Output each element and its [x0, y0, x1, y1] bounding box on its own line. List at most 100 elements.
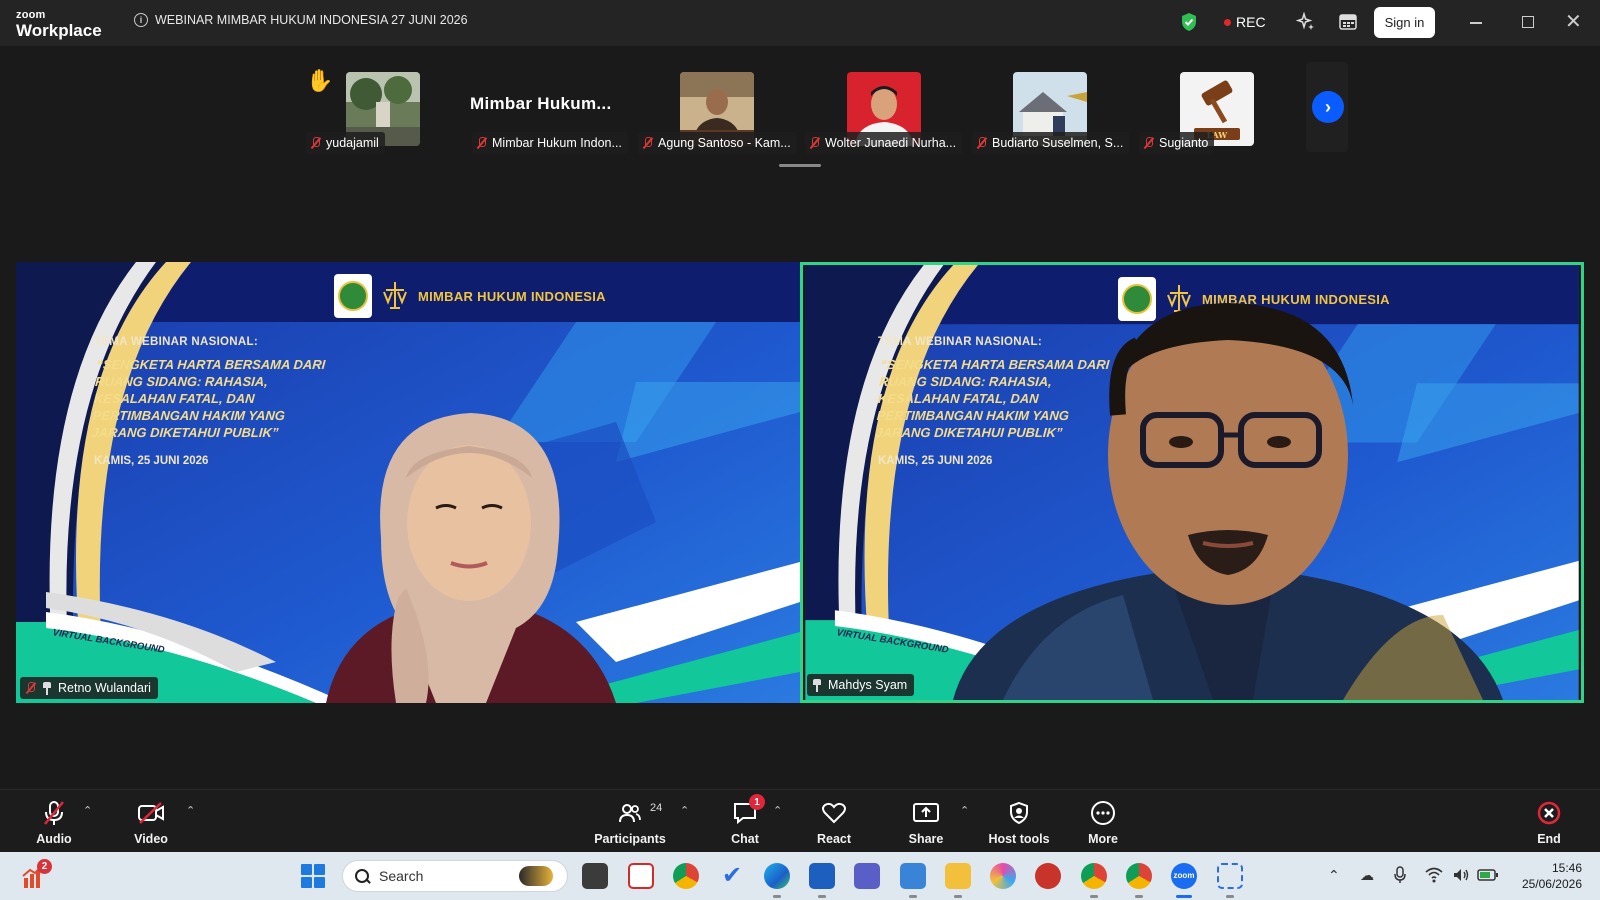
- participant-name-card[interactable]: Mimbar Hukum...: [470, 94, 611, 114]
- video-name-label: Retno Wulandari: [20, 677, 158, 699]
- word-icon[interactable]: [809, 863, 835, 889]
- mic-muted-icon: [44, 801, 64, 825]
- copilot-icon[interactable]: [990, 863, 1016, 889]
- chat-options-chevron-icon[interactable]: ⌃: [773, 804, 782, 817]
- participant-name: Mahdys Syam: [828, 678, 908, 692]
- participants-options-chevron-icon[interactable]: ⌃: [680, 804, 689, 817]
- wifi-icon[interactable]: [1425, 867, 1443, 883]
- edge-icon[interactable]: [764, 863, 790, 889]
- court-seal-logo: [334, 274, 372, 318]
- participants-count: 24: [650, 802, 663, 814]
- powerpoint-icon[interactable]: [1035, 863, 1061, 889]
- audio-options-chevron-icon[interactable]: ⌃: [83, 804, 92, 817]
- clock-date: 25/06/2026: [1521, 877, 1582, 891]
- meeting-info[interactable]: i WEBINAR MIMBAR HUKUM INDONESIA 27 JUNI…: [134, 13, 468, 27]
- system-clock[interactable]: 15:46 25/06/2026: [1514, 860, 1582, 892]
- video-options-chevron-icon[interactable]: ⌃: [186, 804, 195, 817]
- volume-icon[interactable]: [1452, 867, 1470, 883]
- more-icon: [1091, 801, 1115, 825]
- recording-indicator[interactable]: REC: [1224, 14, 1266, 30]
- raised-hand-icon: ✋: [306, 68, 334, 93]
- info-icon[interactable]: i: [134, 13, 148, 27]
- next-page-button[interactable]: ›: [1306, 62, 1348, 152]
- search-highlight-icon: [519, 866, 553, 886]
- participant-name: Mimbar Hukum Indon...: [492, 136, 622, 150]
- zoom-app-icon[interactable]: zoom: [1171, 863, 1197, 889]
- participant-label-sugianto: Sugianto: [1139, 132, 1215, 154]
- notepad-icon[interactable]: [900, 863, 926, 889]
- more-label: More: [1088, 832, 1118, 846]
- close-window-button[interactable]: ✕: [1565, 12, 1582, 32]
- apps-icon[interactable]: [1339, 13, 1357, 31]
- chrome-profile-2-icon[interactable]: [1126, 863, 1152, 889]
- participant-name: yudajamil: [326, 136, 379, 150]
- onedrive-error-icon[interactable]: ☁: [1360, 867, 1374, 884]
- maximize-button[interactable]: [1522, 16, 1534, 28]
- record-dot-icon: [1224, 18, 1231, 26]
- ai-companion-icon[interactable]: [1296, 12, 1316, 32]
- windows-taskbar: 2 Search ✔ zoom ⌃ ☁ 15:46 25/06/2026: [0, 852, 1600, 900]
- host-tools-label: Host tools: [988, 832, 1050, 846]
- participant-label-mimbar: Mimbar Hukum Indon...: [472, 132, 628, 154]
- tray-chevron-up-icon[interactable]: ⌃: [1328, 867, 1340, 884]
- running-indicator: [954, 895, 962, 898]
- host-tools-button[interactable]: Host tools: [977, 800, 1061, 846]
- share-screen-icon: [913, 803, 939, 822]
- meeting-title: WEBINAR MIMBAR HUKUM INDONESIA 27 JUNI 2…: [155, 13, 468, 27]
- share-options-chevron-icon[interactable]: ⌃: [960, 804, 969, 817]
- todo-check-icon[interactable]: ✔: [719, 863, 745, 889]
- file-explorer-icon[interactable]: [945, 863, 971, 889]
- video-name-label: Mahdys Syam: [807, 674, 915, 696]
- notification-widget[interactable]: 2: [20, 859, 52, 892]
- org-title: MIMBAR HUKUM INDONESIA: [418, 288, 606, 304]
- mic-muted-icon: [310, 137, 321, 149]
- react-label: React: [816, 832, 852, 846]
- speaker-video-retno: [326, 413, 616, 703]
- participants-button[interactable]: 24 Participants: [588, 800, 672, 846]
- video-button[interactable]: Video: [109, 800, 193, 846]
- minimize-button[interactable]: [1470, 22, 1482, 24]
- mic-muted-icon: [476, 137, 487, 149]
- running-indicator: [909, 895, 917, 898]
- running-indicator: [1135, 895, 1143, 898]
- mic-muted-icon: [1143, 137, 1154, 149]
- running-indicator: [818, 895, 826, 898]
- snipping-tool-icon[interactable]: [1217, 863, 1243, 889]
- teams-icon[interactable]: [854, 863, 880, 889]
- end-meeting-button[interactable]: End: [1507, 800, 1591, 846]
- taskbar-search[interactable]: Search: [342, 860, 568, 892]
- share-button[interactable]: Share: [884, 800, 968, 846]
- video-tile-retno[interactable]: MIMBAR HUKUM INDONESIA TEMA WEBINAR NASI…: [16, 262, 800, 703]
- pin-icon: [42, 681, 52, 695]
- chat-label: Chat: [731, 832, 759, 846]
- end-label: End: [1537, 832, 1561, 846]
- react-button[interactable]: React: [792, 800, 876, 846]
- video-tile-mahdys[interactable]: MIMBAR HUKUM INDONESIA TEMA WEBINAR NASI…: [800, 262, 1584, 703]
- speaker-video-mahdys: [953, 303, 1503, 700]
- sign-in-button[interactable]: Sign in: [1374, 7, 1435, 38]
- host-shield-icon: [1010, 801, 1028, 825]
- search-placeholder: Search: [379, 868, 424, 884]
- brand-zoom: zoom: [16, 9, 46, 21]
- mic-muted-icon: [25, 682, 36, 694]
- running-indicator: [773, 895, 781, 898]
- strip-scroll-indicator[interactable]: [779, 164, 821, 167]
- zoom-workplace-logo: zoom Workplace: [16, 9, 102, 40]
- windows-start-icon[interactable]: [301, 864, 325, 888]
- shield-icon[interactable]: [1180, 12, 1198, 32]
- participant-label-yudajamil: yudajamil: [306, 132, 385, 154]
- participant-label-budiarto: Budiarto Suselmen, S...: [972, 132, 1130, 154]
- theme-label: TEMA WEBINAR NASIONAL:: [94, 336, 258, 348]
- chrome-icon[interactable]: [673, 863, 699, 889]
- chat-unread-badge: 1: [749, 794, 765, 810]
- battery-icon[interactable]: [1477, 868, 1499, 882]
- pin-icon: [812, 678, 822, 692]
- chrome-profile-icon[interactable]: [1081, 863, 1107, 889]
- widget-badge: 2: [37, 859, 52, 874]
- task-view-icon[interactable]: [582, 863, 608, 889]
- org-header: MIMBAR HUKUM INDONESIA: [334, 274, 606, 318]
- security-app-icon[interactable]: [628, 863, 654, 889]
- tray-mic-icon[interactable]: [1394, 866, 1406, 884]
- search-icon: [355, 869, 369, 883]
- more-button[interactable]: More: [1061, 800, 1145, 846]
